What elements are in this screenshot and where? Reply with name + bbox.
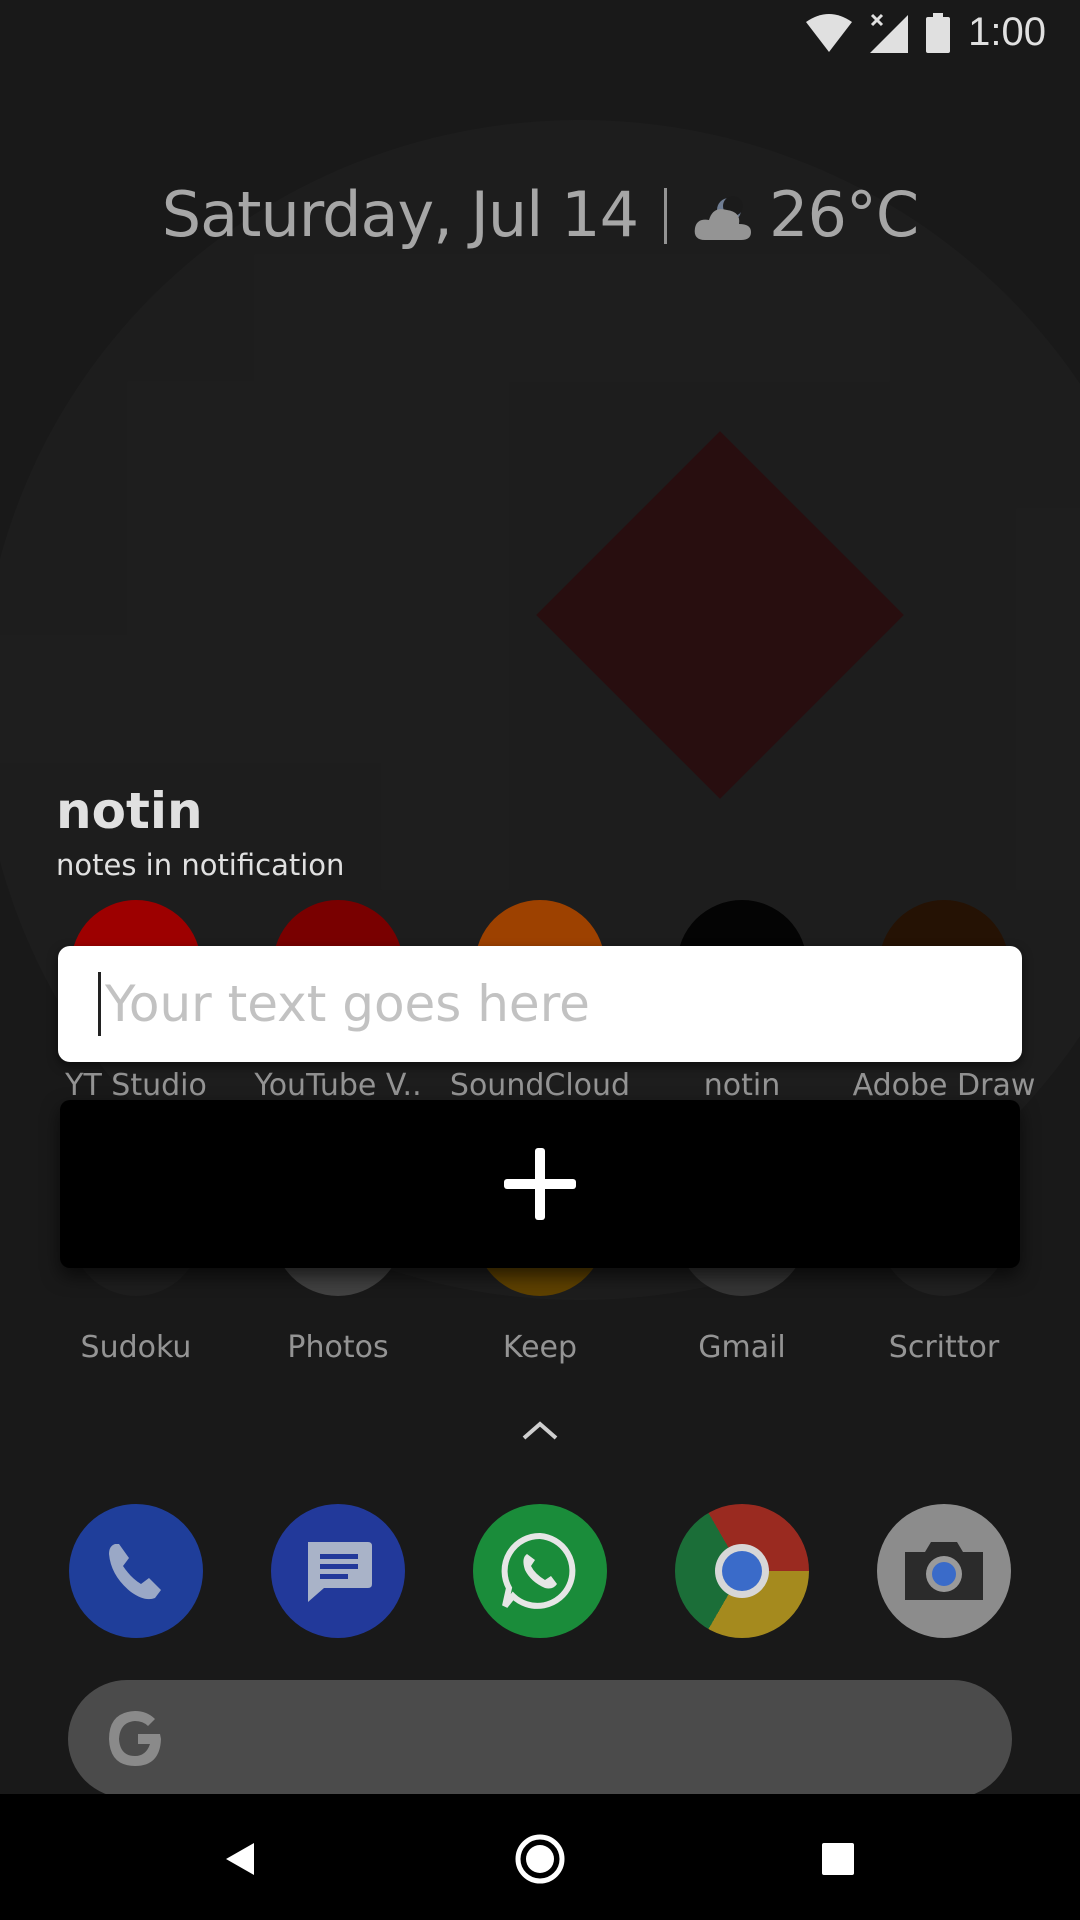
recents-icon	[822, 1843, 854, 1875]
back-button[interactable]	[205, 1824, 275, 1894]
google-g-icon	[109, 1711, 161, 1766]
chrome-icon[interactable]	[675, 1504, 809, 1638]
plus-icon	[504, 1148, 576, 1220]
note-input-box[interactable]	[58, 946, 1022, 1062]
google-search-bar[interactable]	[68, 1680, 1012, 1798]
home-button[interactable]	[505, 1824, 575, 1894]
home-icon	[515, 1834, 565, 1884]
navigation-bar	[0, 1794, 1080, 1920]
back-icon	[226, 1843, 254, 1875]
camera-icon[interactable]	[877, 1504, 1011, 1638]
whatsapp-icon[interactable]	[473, 1504, 607, 1638]
recents-button[interactable]	[803, 1824, 873, 1894]
chevron-up-icon[interactable]	[520, 1418, 560, 1442]
note-text-input[interactable]	[98, 972, 1022, 1036]
phone-icon[interactable]	[69, 1504, 203, 1638]
add-note-button[interactable]	[60, 1100, 1020, 1268]
messages-icon[interactable]	[271, 1504, 405, 1638]
